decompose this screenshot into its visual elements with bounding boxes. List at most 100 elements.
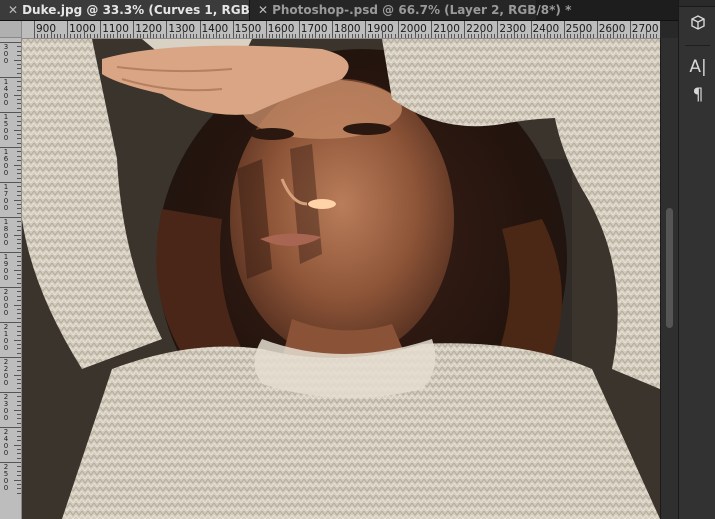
ruler-minor-tick xyxy=(447,31,449,38)
ruler-minor-tick xyxy=(50,31,52,38)
ruler-minor-tick xyxy=(477,34,479,38)
ruler-minor-tick xyxy=(484,34,486,38)
panel-separator xyxy=(685,45,710,46)
ruler-minor-tick xyxy=(434,34,436,38)
ruler-tick xyxy=(0,322,21,323)
ruler-minor-tick xyxy=(229,34,231,38)
ruler-major-tick xyxy=(67,21,69,38)
ruler-minor-tick xyxy=(202,34,204,38)
ruler-minor-tick xyxy=(580,31,582,38)
ruler-minor-tick xyxy=(328,34,330,38)
ruler-label: 1400 xyxy=(3,78,9,107)
ruler-minor-tick xyxy=(37,34,39,38)
ruler-minor-tick xyxy=(348,31,350,38)
ruler-minor-tick xyxy=(388,34,390,38)
ruler-minor-tick xyxy=(209,34,211,38)
ruler-minor-tick xyxy=(537,34,539,38)
ruler-minor-tick xyxy=(338,34,340,38)
ruler-label: 1600 xyxy=(3,148,9,177)
ruler-minor-tick xyxy=(623,34,625,38)
ruler-minor-tick xyxy=(523,34,525,38)
ruler-minor-tick xyxy=(262,34,264,38)
ruler-tick xyxy=(0,77,21,78)
ruler-minor-tick xyxy=(619,34,621,38)
ruler-label: 2500 xyxy=(3,463,9,492)
ruler-minor-tick xyxy=(186,34,188,38)
ruler-tick xyxy=(0,462,21,463)
ruler-minor-tick xyxy=(593,34,595,38)
ruler-minor-tick xyxy=(424,34,426,38)
character-panel-icon[interactable]: A| xyxy=(687,56,709,78)
ruler-minor-tick xyxy=(305,34,307,38)
ruler-minor-tick xyxy=(126,34,128,38)
tab-photoshop-psd[interactable]: ✕ Photoshop-.psd @ 66.7% (Layer 2, RGB/8… xyxy=(249,0,571,20)
ruler-minor-tick xyxy=(123,34,125,38)
ruler-minor-tick xyxy=(487,34,489,38)
3d-cube-icon[interactable] xyxy=(687,14,709,36)
ruler-major-tick xyxy=(596,21,598,38)
ruler-tick xyxy=(14,374,21,376)
ruler-minor-tick xyxy=(391,34,393,38)
scrollbar-thumb[interactable] xyxy=(666,208,673,328)
ruler-minor-tick xyxy=(656,34,658,38)
ruler-minor-tick xyxy=(110,34,112,38)
ruler-minor-tick xyxy=(550,34,552,38)
ruler-minor-tick xyxy=(613,31,615,38)
ruler-major-tick xyxy=(464,21,466,38)
tab-duke-jpg[interactable]: ✕ Duke.jpg @ 33.3% (Curves 1, RGB/8) * xyxy=(0,0,278,20)
ruler-major-tick xyxy=(563,21,565,38)
ruler-minor-tick xyxy=(371,34,373,38)
ruler-minor-tick xyxy=(470,34,472,38)
ruler-minor-tick xyxy=(381,31,383,38)
ruler-minor-tick xyxy=(239,34,241,38)
ruler-minor-tick xyxy=(73,34,75,38)
ruler-minor-tick xyxy=(53,34,55,38)
ruler-minor-tick xyxy=(451,34,453,38)
ruler-minor-tick xyxy=(173,34,175,38)
ruler-minor-tick xyxy=(318,34,320,38)
ruler-minor-tick xyxy=(225,34,227,38)
ruler-minor-tick xyxy=(63,34,65,38)
ruler-minor-tick xyxy=(540,34,542,38)
ruler-minor-tick xyxy=(40,34,42,38)
collapsed-panel-dock: A| ¶ xyxy=(678,0,715,519)
ruler-minor-tick xyxy=(421,34,423,38)
ruler-tick xyxy=(14,94,21,96)
ruler-major-tick xyxy=(100,21,102,38)
vertical-ruler[interactable]: 300 1400 1500 1600 1700 1800 1900 2000 2100 2200 2… xyxy=(0,38,22,519)
ruler-minor-tick xyxy=(441,34,443,38)
ruler-minor-tick xyxy=(255,34,257,38)
tab-title: Photoshop-.psd @ 66.7% (Layer 2, RGB/8*)… xyxy=(272,3,572,17)
close-tab-icon[interactable]: ✕ xyxy=(8,3,18,17)
panel-grip[interactable] xyxy=(679,0,715,7)
ruler-label: 2100 xyxy=(3,323,9,352)
ruler-minor-tick xyxy=(600,34,601,38)
paragraph-panel-icon[interactable]: ¶ xyxy=(687,84,709,106)
ruler-minor-tick xyxy=(47,34,49,38)
document-canvas[interactable] xyxy=(22,39,660,519)
ruler-minor-tick xyxy=(136,34,138,38)
ruler-minor-tick xyxy=(646,31,648,38)
ruler-minor-tick xyxy=(474,34,476,38)
ruler-tick xyxy=(0,217,21,218)
ruler-origin[interactable] xyxy=(0,21,22,38)
ruler-major-tick xyxy=(298,21,300,38)
ruler-minor-tick xyxy=(454,34,456,38)
ruler-minor-tick xyxy=(43,34,45,38)
ruler-tick xyxy=(0,182,21,183)
ruler-minor-tick xyxy=(295,34,297,38)
ruler-minor-tick xyxy=(427,34,429,38)
ruler-minor-tick xyxy=(649,34,651,38)
ruler-minor-tick xyxy=(252,34,254,38)
ruler-minor-tick xyxy=(467,34,469,38)
ruler-minor-tick xyxy=(206,34,208,38)
ruler-minor-tick xyxy=(408,34,410,38)
ruler-minor-tick xyxy=(643,34,645,38)
close-tab-icon[interactable]: ✕ xyxy=(258,3,268,17)
ruler-minor-tick xyxy=(86,34,88,38)
vertical-scrollbar[interactable] xyxy=(660,38,678,519)
ruler-major-tick xyxy=(629,21,631,38)
ruler-major-tick xyxy=(365,21,366,38)
horizontal-ruler[interactable]: 900 1000 1100 1200 1300 1400 1500 1600 1700 1800 1… xyxy=(22,21,660,39)
ruler-minor-tick xyxy=(351,34,353,38)
